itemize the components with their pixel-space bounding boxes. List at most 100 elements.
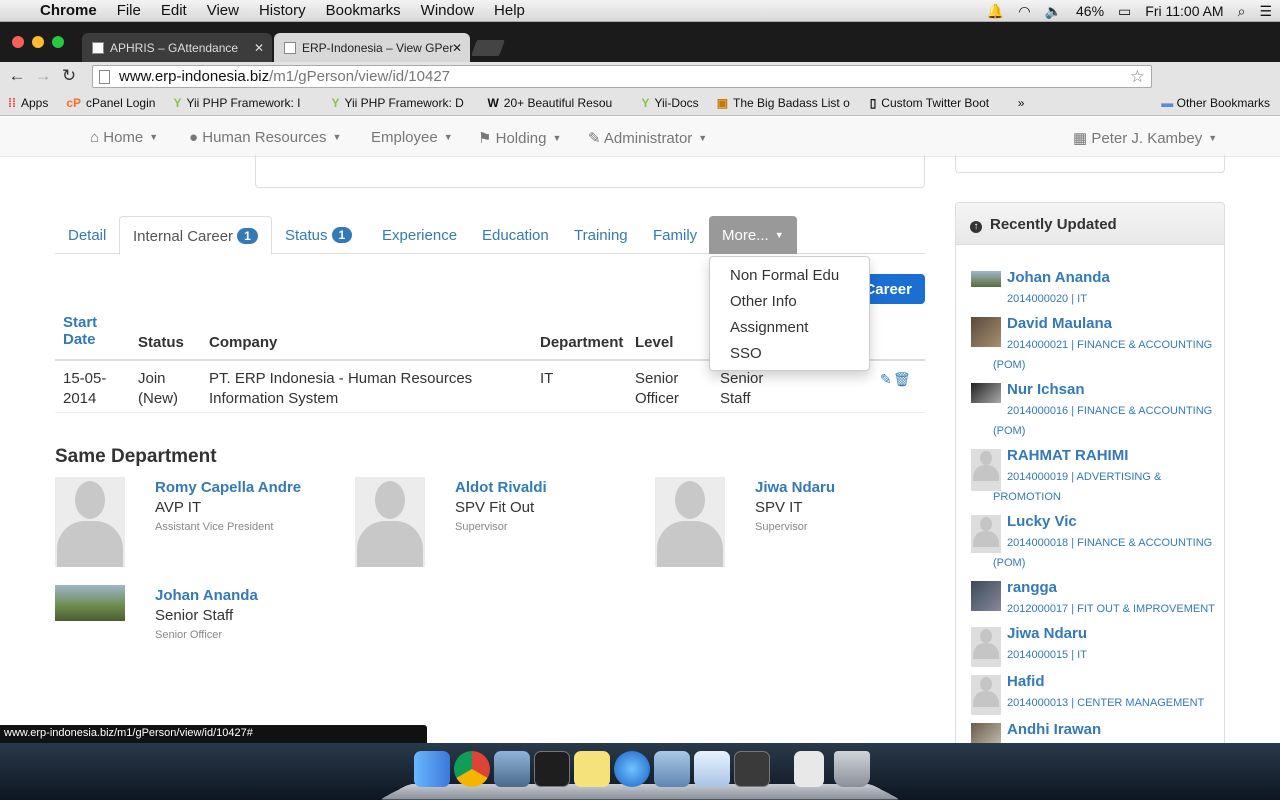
virtualbox-icon[interactable] (654, 751, 690, 787)
volume-icon[interactable]: 🔈 (1045, 3, 1062, 20)
menu-item-sso[interactable]: SSO (710, 341, 869, 367)
cell-text: Senior (720, 370, 764, 387)
minimize-window-button[interactable] (32, 36, 44, 48)
person-name-link[interactable]: Jiwa Ndaru (755, 479, 835, 496)
recent-name-link[interactable]: Andhi Irawan (1007, 721, 1101, 738)
nav-administrator[interactable]: ✎ Administrator ▼ (588, 129, 707, 147)
address-bar[interactable]: www.erp-indonesia.biz/m1/gPerson/view/id… (92, 65, 1152, 88)
terminal-icon[interactable] (534, 751, 570, 787)
recent-meta[interactable]: 2014000020 | IT (993, 289, 1221, 309)
bookmark-apps[interactable]: ⁞⁞ Apps (8, 96, 48, 110)
finder-icon[interactable] (414, 751, 450, 787)
person-name-link[interactable]: Romy Capella Andre (155, 479, 301, 496)
browser-tab-strip: APHRIS – GAttendance ✕ ERP-Indonesia – V… (0, 22, 1280, 62)
nav-user-menu[interactable]: ▦ Peter J. Kambey ▼ (1073, 129, 1217, 147)
bookmark-label: 20+ Beautiful Resou (503, 95, 613, 110)
nav-employee[interactable]: Employee ▼ (371, 129, 453, 146)
tab-more-dropdown[interactable]: More... ▼ (709, 216, 797, 254)
edit-pencil-icon[interactable]: ✎ (880, 369, 892, 389)
bookmark-cpanel[interactable]: cP cPanel Login (66, 96, 155, 110)
person-name-link[interactable]: Aldot Rivaldi (455, 479, 547, 496)
menu-file[interactable]: File (117, 2, 141, 19)
bookmark-label: Yii PHP Framework: I (186, 95, 301, 110)
notification-bell-icon[interactable]: 🔔 (987, 3, 1004, 20)
recently-updated-heading: ↑ Recently Updated (956, 203, 1224, 245)
recent-name-link[interactable]: Nur Ichsan (1007, 381, 1085, 398)
new-tab-button[interactable] (471, 40, 505, 56)
trash-icon[interactable] (834, 751, 870, 787)
menu-app-name[interactable]: Chrome (40, 2, 97, 19)
recent-meta[interactable]: 2014000018 | FINANCE & ACCOUNTING (POM) (993, 533, 1221, 573)
close-tab-icon[interactable]: ✕ (254, 41, 264, 55)
browser-tab-erp[interactable]: ERP-Indonesia – View GPer ✕ (274, 33, 470, 62)
tab-family[interactable]: Family (640, 216, 710, 254)
caret-down-icon: ▼ (149, 132, 159, 142)
recent-name-link[interactable]: rangga (1007, 579, 1057, 596)
tab-experience[interactable]: Experience (369, 216, 470, 254)
mail-icon[interactable] (494, 751, 530, 787)
clock[interactable]: Fri 11:00 AM (1145, 3, 1223, 19)
recent-name-link[interactable]: Lucky Vic (1007, 513, 1077, 530)
cpanel-icon: cP (66, 95, 82, 110)
nav-holding[interactable]: ⚑ Holding ▼ (478, 129, 561, 147)
itunes-icon[interactable] (614, 751, 650, 787)
chrome-icon[interactable] (454, 751, 490, 787)
wifi-icon[interactable]: ◠ (1018, 3, 1030, 20)
sql-file-icon[interactable] (794, 751, 824, 787)
recent-name-link[interactable]: Jiwa Ndaru (1007, 625, 1087, 642)
recent-name-link[interactable]: Hafid (1007, 673, 1045, 690)
menu-edit[interactable]: Edit (161, 2, 187, 19)
tab-training[interactable]: Training (561, 216, 641, 254)
recent-meta[interactable]: 2014000015 | IT (993, 645, 1221, 665)
reload-icon[interactable]: ↻ (56, 66, 82, 86)
bookmarks-overflow-chevron[interactable]: » (1018, 96, 1025, 110)
menu-window[interactable]: Window (421, 2, 474, 19)
tab-internal-career[interactable]: Internal Career 1 (119, 216, 272, 255)
recent-meta[interactable]: 2014000021 | FINANCE & ACCOUNTING (POM) (993, 335, 1221, 375)
bookmark-beautiful[interactable]: W 20+ Beautiful Resou (487, 96, 623, 110)
menu-item-non-formal-edu[interactable]: Non Formal Edu (710, 263, 869, 289)
recent-meta[interactable]: 2012000017 | FIT OUT & IMPROVEMENT (993, 599, 1221, 619)
close-tab-icon[interactable]: ✕ (452, 41, 462, 55)
notification-center-icon[interactable]: ☰ (1259, 3, 1272, 20)
close-window-button[interactable] (12, 36, 24, 48)
page-favicon-icon (284, 41, 296, 54)
bookmark-star-icon[interactable]: ☆ (1130, 67, 1145, 87)
recent-name-link[interactable]: David Maulana (1007, 315, 1112, 332)
menu-help[interactable]: Help (494, 2, 525, 19)
recent-name-link[interactable]: Johan Ananda (1007, 269, 1110, 286)
notes-icon[interactable] (574, 751, 610, 787)
nav-home[interactable]: ⌂ Home ▼ (90, 129, 158, 146)
recent-meta[interactable]: 2014000013 | CENTER MANAGEMENT (993, 693, 1221, 713)
menu-history[interactable]: History (259, 2, 306, 19)
sublime-text-icon[interactable] (734, 751, 770, 787)
tab-education[interactable]: Education (469, 216, 562, 254)
nav-human-resources[interactable]: ● Human Resources ▼ (189, 129, 341, 146)
mac-dock (0, 743, 1280, 800)
spotlight-search-icon[interactable]: ⌕ (1238, 3, 1246, 20)
tab-detail[interactable]: Detail (55, 216, 119, 254)
menu-item-assignment[interactable]: Assignment (710, 315, 869, 341)
bookmark-yii-docs[interactable]: Y Yii-Docs (641, 96, 698, 110)
back-arrow-icon[interactable]: ← (4, 66, 30, 86)
bookmark-big-list[interactable]: ▣ The Big Badass List o (717, 96, 852, 110)
bookmark-twitter-boot[interactable]: ▯ Custom Twitter Boot (870, 96, 1000, 110)
recent-meta[interactable]: 2014000019 | ADVERTISING & PROMOTION (993, 467, 1221, 507)
column-header-start-date[interactable]: Start Date (63, 314, 97, 348)
other-bookmarks[interactable]: ▬ Other Bookmarks (1161, 96, 1270, 110)
menu-item-other-info[interactable]: Other Info (710, 289, 869, 315)
delete-trash-icon[interactable]: 🗑 (893, 369, 911, 389)
bookmark-yii-1[interactable]: Y Yii PHP Framework: I (173, 96, 313, 110)
battery-percent[interactable]: 46% (1076, 3, 1104, 19)
zoom-window-button[interactable] (52, 36, 64, 48)
browser-tab-aphris[interactable]: APHRIS – GAttendance ✕ (82, 33, 272, 62)
menu-bookmarks[interactable]: Bookmarks (326, 2, 401, 19)
person-name-link[interactable]: Johan Ananda (155, 587, 258, 604)
recent-meta[interactable]: 2014000016 | FINANCE & ACCOUNTING (POM) (993, 401, 1221, 441)
forward-arrow-icon[interactable]: → (30, 66, 56, 86)
menu-view[interactable]: View (207, 2, 239, 19)
cube-app-icon[interactable] (694, 751, 730, 787)
recent-name-link[interactable]: RAHMAT RAHIMI (1007, 447, 1128, 464)
bookmark-yii-2[interactable]: Y Yii PHP Framework: D (331, 96, 469, 110)
tab-status[interactable]: Status 1 (272, 216, 365, 254)
